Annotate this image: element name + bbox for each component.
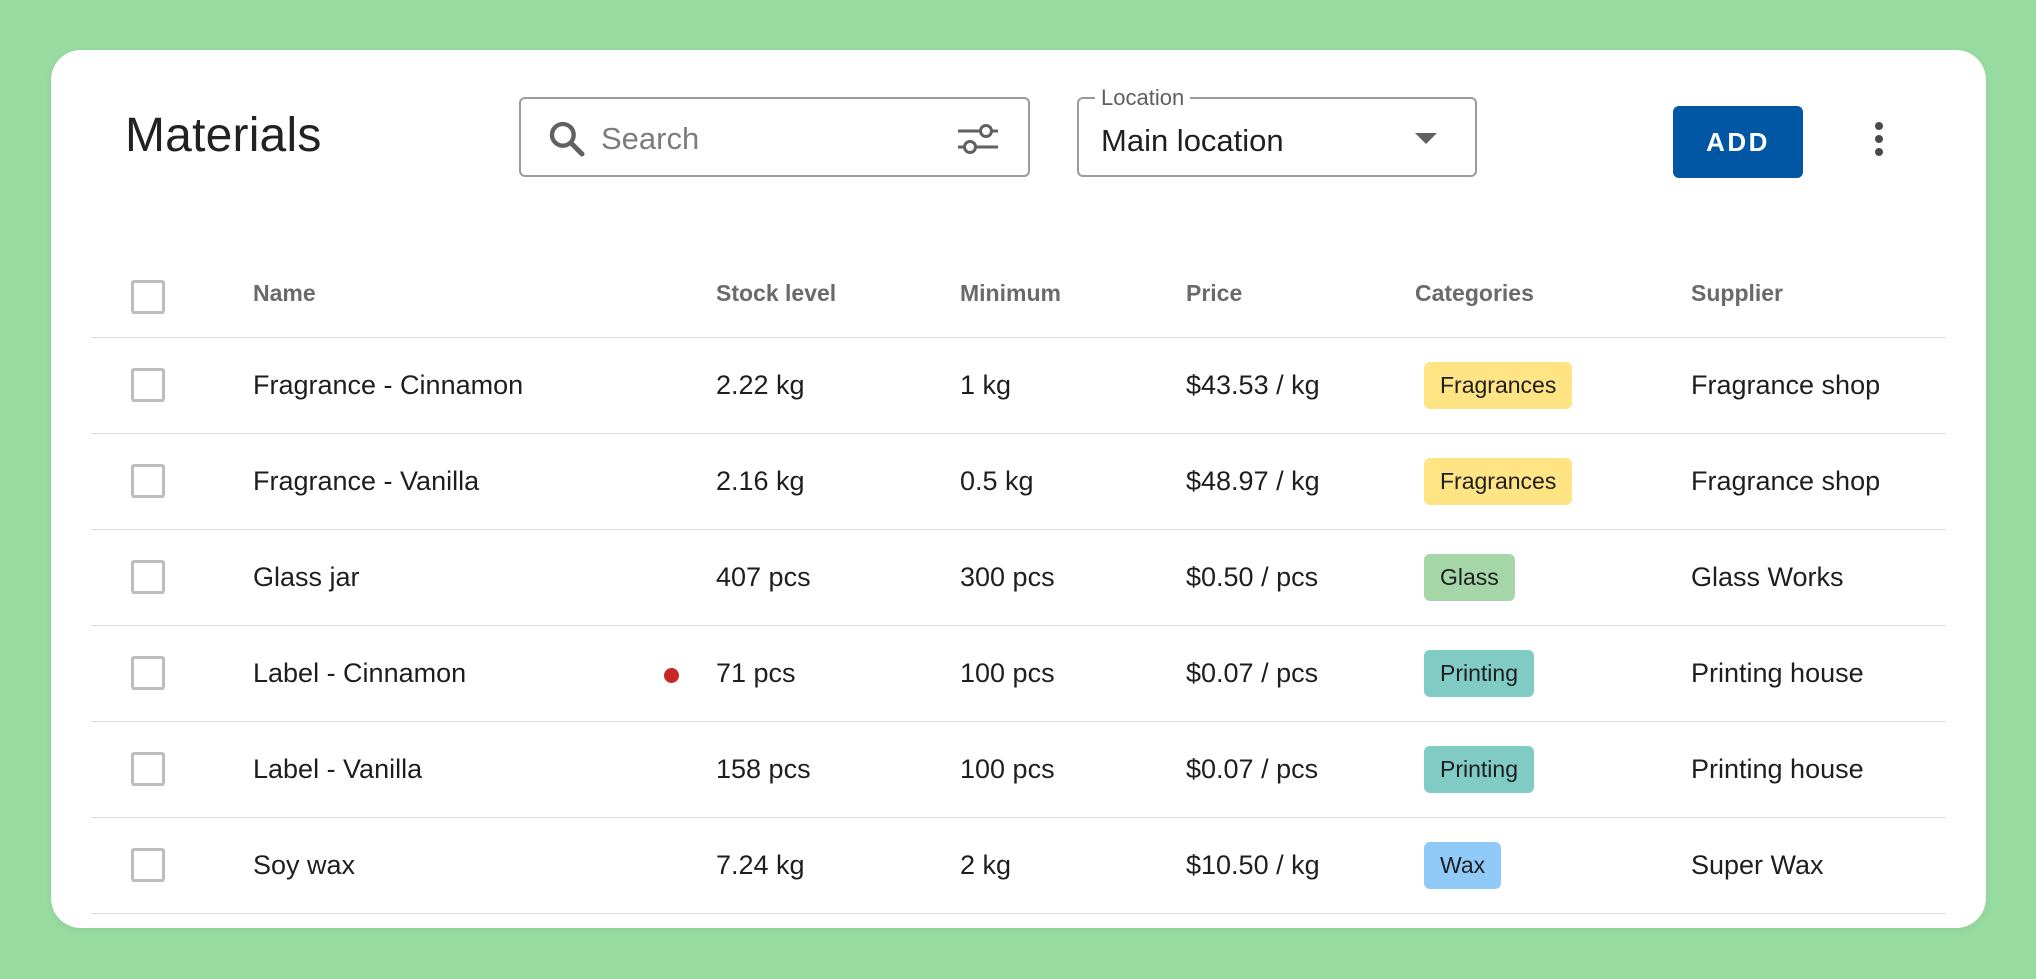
supplier: Fragrance shop — [1691, 466, 1881, 496]
add-button[interactable]: ADD — [1673, 106, 1803, 178]
supplier: Fragrance shop — [1691, 370, 1881, 400]
price: $0.07 / pcs — [1186, 658, 1319, 688]
stock-level: 2.16 kg — [716, 466, 805, 496]
search-placeholder: Search — [601, 121, 700, 156]
stock-level: 407 pcs — [716, 562, 811, 592]
row-checkbox[interactable] — [131, 848, 165, 882]
material-name: Fragrance - Cinnamon — [253, 370, 524, 400]
supplier: Printing house — [1691, 658, 1864, 688]
material-name: Label - Cinnamon — [253, 658, 467, 688]
supplier: Super Wax — [1691, 850, 1824, 880]
row-checkbox[interactable] — [131, 560, 165, 594]
supplier: Printing house — [1691, 754, 1864, 784]
column-header-supplier[interactable]: Supplier — [1691, 250, 1783, 337]
table-row[interactable]: Soy wax 7.24 kg 2 kg $10.50 / kg Wax Sup… — [91, 818, 1946, 914]
material-name: Label - Vanilla — [253, 754, 423, 784]
price: $43.53 / kg — [1186, 370, 1320, 400]
stock-level: 71 pcs — [716, 658, 796, 688]
price: $0.50 / pcs — [1186, 562, 1319, 592]
price: $0.07 / pcs — [1186, 754, 1319, 784]
minimum: 100 pcs — [960, 658, 1055, 688]
column-header-price[interactable]: Price — [1186, 250, 1242, 337]
price: $48.97 / kg — [1186, 466, 1320, 496]
table-row[interactable]: Fragrance - Cinnamon 2.22 kg 1 kg $43.53… — [91, 338, 1946, 434]
column-header-name[interactable]: Name — [253, 250, 316, 337]
low-stock-indicator — [664, 668, 679, 683]
search-icon — [549, 121, 585, 157]
category-chip: Fragrances — [1424, 362, 1573, 409]
materials-card: Materials Search Location Main location … — [51, 50, 1986, 928]
category-chip: Printing — [1424, 746, 1534, 793]
price: $10.50 / kg — [1186, 850, 1320, 880]
filter-sliders-icon[interactable] — [956, 119, 1000, 159]
row-checkbox[interactable] — [131, 368, 165, 402]
category-chip: Printing — [1424, 650, 1534, 697]
stock-level: 2.22 kg — [716, 370, 805, 400]
table-row[interactable]: Label - Cinnamon 71 pcs 100 pcs $0.07 / … — [91, 626, 1946, 722]
table-row[interactable]: Label - Vanilla 158 pcs 100 pcs $0.07 / … — [91, 722, 1946, 818]
chevron-down-icon — [1415, 133, 1437, 144]
location-label: Location — [1095, 85, 1191, 111]
materials-table: Name Stock level Minimum Price Categorie… — [91, 250, 1946, 914]
minimum: 300 pcs — [960, 562, 1055, 592]
row-checkbox[interactable] — [131, 464, 165, 498]
minimum: 0.5 kg — [960, 466, 1034, 496]
material-name: Soy wax — [253, 850, 356, 880]
more-vertical-icon[interactable] — [1869, 122, 1889, 162]
row-checkbox[interactable] — [131, 656, 165, 690]
minimum: 100 pcs — [960, 754, 1055, 784]
column-header-minimum[interactable]: Minimum — [960, 250, 1061, 337]
stock-level: 7.24 kg — [716, 850, 805, 880]
search-input[interactable]: Search — [519, 97, 1030, 177]
table-row[interactable]: Fragrance - Vanilla 2.16 kg 0.5 kg $48.9… — [91, 434, 1946, 530]
stock-level: 158 pcs — [716, 754, 811, 784]
material-name: Fragrance - Vanilla — [253, 466, 480, 496]
table-row[interactable]: Glass jar 407 pcs 300 pcs $0.50 / pcs Gl… — [91, 530, 1946, 626]
category-chip: Wax — [1424, 842, 1502, 889]
location-select[interactable]: Location Main location — [1077, 85, 1477, 177]
supplier: Glass Works — [1691, 562, 1844, 592]
location-value: Main location — [1101, 123, 1284, 158]
row-checkbox[interactable] — [131, 752, 165, 786]
column-header-categories[interactable]: Categories — [1415, 250, 1534, 337]
table-header: Name Stock level Minimum Price Categorie… — [91, 250, 1946, 338]
category-chip: Fragrances — [1424, 458, 1573, 505]
minimum: 1 kg — [960, 370, 1012, 400]
minimum: 2 kg — [960, 850, 1012, 880]
material-name: Glass jar — [253, 562, 360, 592]
select-all-checkbox[interactable] — [131, 280, 165, 314]
column-header-stock[interactable]: Stock level — [716, 250, 836, 337]
page-title: Materials — [125, 109, 322, 162]
category-chip: Glass — [1424, 554, 1515, 601]
